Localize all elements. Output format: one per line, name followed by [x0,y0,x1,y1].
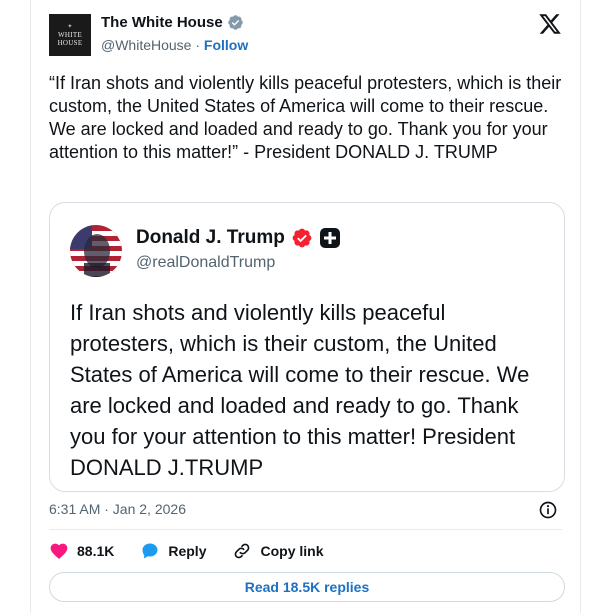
follow-button[interactable]: Follow [204,37,248,53]
quoted-avatar[interactable] [70,225,122,277]
x-logo-icon[interactable] [538,12,562,36]
author-handle[interactable]: @WhiteHouse [101,37,191,53]
link-icon [235,543,250,559]
info-icon[interactable] [538,500,558,520]
reply-label: Reply [168,543,207,559]
quoted-text: If Iran shots and violently kills peacef… [70,300,530,480]
author-name-row[interactable]: The White House [101,14,244,31]
like-count: 88.1K [77,543,115,559]
quoted-handle[interactable]: @realDonaldTrump [136,254,275,272]
plus-badge-icon [319,228,340,248]
flag-portrait-icon [70,225,122,277]
avatar-text-line1: WHITE [57,31,83,39]
copy-link-button[interactable]: Copy link [232,541,324,561]
reply-button[interactable]: Reply [140,541,206,561]
timestamp[interactable]: 6:31 AM · Jan 2, 2026 [49,501,186,517]
quoted-tweet[interactable]: Donald J. Trump @realDonaldTrump If Iran… [49,202,565,492]
avatar-text-line2: HOUSE [57,39,83,47]
quoted-name-row[interactable]: Donald J. Trump [136,227,341,249]
read-replies-button[interactable]: Read 18.5K replies [49,572,565,602]
verified-badge-icon [292,228,312,248]
tweet-card: ✦ WHITE HOUSE The White House @WhiteHous… [30,0,581,613]
handle-separator: · [191,37,204,53]
divider [49,529,562,530]
verified-badge-icon [227,15,243,30]
reply-bubble-icon [142,543,158,559]
seal-icon: ✦ [67,24,73,30]
action-bar: 88.1K Reply Copy link [49,540,350,562]
tweet-text: “If Iran shots and violently kills peace… [49,73,562,162]
author-display-name[interactable]: The White House [101,14,223,31]
author-handle-row: @WhiteHouse · Follow [101,37,248,53]
quoted-display-name[interactable]: Donald J. Trump [136,227,285,249]
like-button[interactable]: 88.1K [49,541,114,561]
copy-link-label: Copy link [260,543,324,559]
heart-icon [50,543,68,559]
white-house-avatar[interactable]: ✦ WHITE HOUSE [49,14,91,56]
